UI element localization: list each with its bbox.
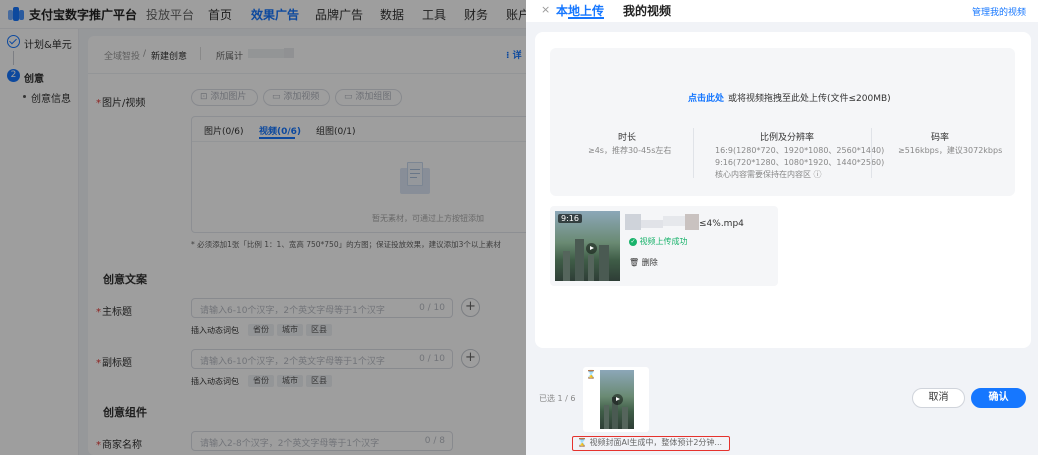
- hourglass-icon: ⌛: [577, 438, 587, 447]
- success-check-icon: ✓: [629, 237, 637, 246]
- manage-my-videos-link[interactable]: 管理我的视频: [972, 5, 1026, 18]
- selected-count: 已选 1 / 6: [539, 394, 576, 403]
- video-filename: ≤4%.mp4: [699, 219, 744, 229]
- spec-duration-desc: ≥4s，推荐30-45s左右: [588, 146, 672, 155]
- play-icon[interactable]: [586, 243, 597, 254]
- close-icon[interactable]: ×: [541, 3, 550, 16]
- video-duration-badge: 9:16: [558, 214, 582, 223]
- spec-bitrate-title: 码率: [931, 133, 950, 143]
- hourglass-icon: ⌛: [586, 370, 596, 379]
- confirm-button[interactable]: 确认: [971, 388, 1026, 408]
- cover-generating-notice: ⌛ 视频封面AI生成中，整体预计2分钟...: [572, 436, 730, 451]
- trash-icon: 🗑: [629, 258, 640, 267]
- video-thumbnail[interactable]: 9:16: [555, 211, 620, 281]
- spec-duration-title: 时长: [618, 133, 637, 143]
- selected-video-item[interactable]: ⌛: [583, 367, 649, 432]
- delete-button[interactable]: 🗑 删除: [629, 257, 658, 268]
- selected-play-icon: [612, 394, 623, 405]
- selected-video-thumbnail: [600, 370, 634, 429]
- tab-active-underline: [568, 17, 604, 19]
- spec-bitrate-desc: ≥516kbps，建议3072kbps: [898, 146, 1003, 155]
- upload-click-link[interactable]: 点击此处: [688, 91, 724, 104]
- upload-dropzone[interactable]: 点击此处 或将视频拖拽至此处上传(文件≤200MB) 时长 ≥4s，推荐30-4…: [550, 48, 1015, 196]
- upload-drag-text: 或将视频拖拽至此处上传(文件≤200MB): [728, 94, 891, 104]
- spec-ratio-line-2: 9:16(720*1280、1080*1920、1440*2560): [715, 158, 885, 167]
- drawer-footer: 已选 1 / 6 ⌛ 取消 确认 ⌛ 视频封面AI生成中，整体预计2分钟...: [526, 355, 1038, 455]
- spec-ratio-line-1: 16:9(1280*720、1920*1080、2560*1440): [715, 146, 885, 155]
- uploaded-video-card: 9:16 ≤4%.mp4 ✓ 视频上传成功 🗑 删除: [550, 206, 778, 286]
- cancel-button[interactable]: 取消: [912, 388, 965, 408]
- upload-card: 点击此处 或将视频拖拽至此处上传(文件≤200MB) 时长 ≥4s，推荐30-4…: [535, 32, 1031, 348]
- tab-my-videos[interactable]: 我的视频: [623, 2, 671, 19]
- spec-ratio-line-3: 核心内容需要保持在内容区 ⓘ: [715, 170, 822, 179]
- video-upload-drawer: × 本地上传 我的视频 管理我的视频 点击此处 或将视频拖拽至此处上传(文件≤2…: [526, 0, 1038, 455]
- upload-success-status: ✓ 视频上传成功: [629, 237, 688, 246]
- spec-ratio-title: 比例及分辨率: [760, 133, 815, 143]
